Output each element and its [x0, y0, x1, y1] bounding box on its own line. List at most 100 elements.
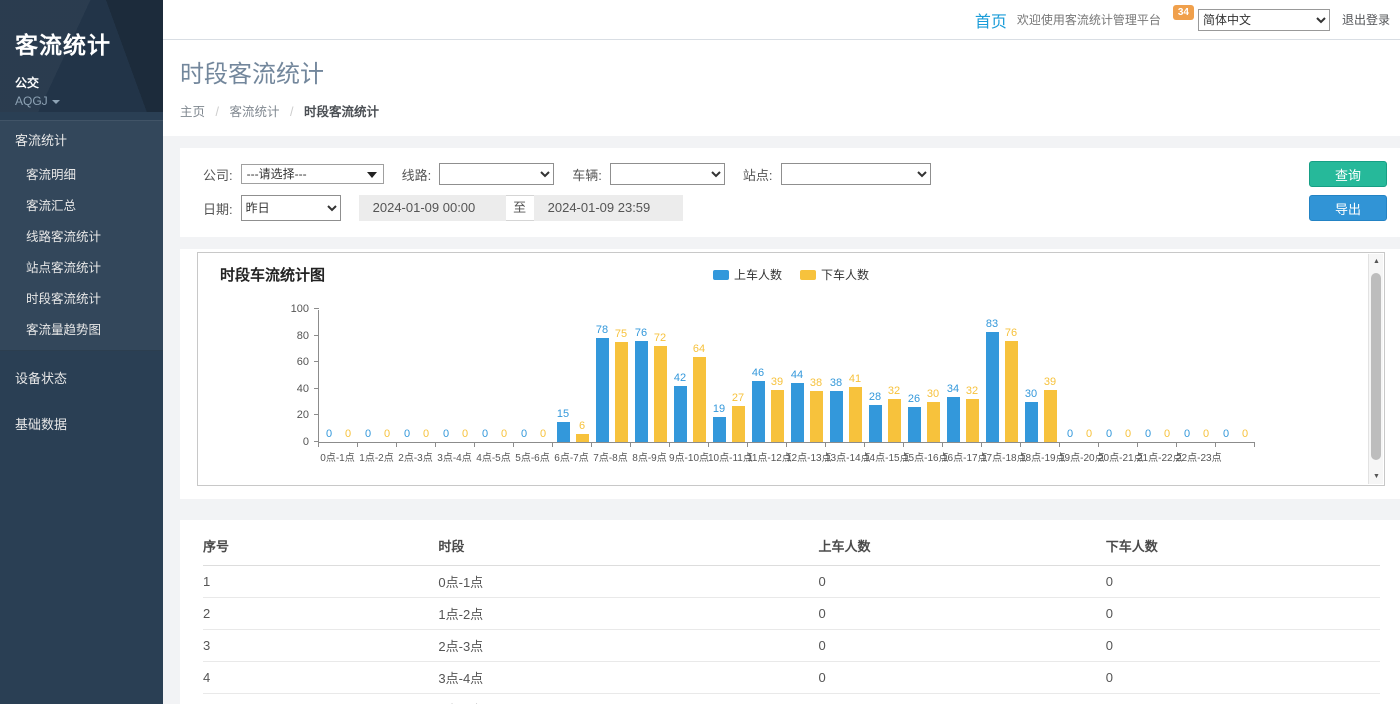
sidebar-item-station-stats[interactable]: 站点客流统计 — [0, 251, 163, 282]
bar-value-label: 46 — [752, 367, 764, 379]
bar-wrap: 41 — [849, 310, 862, 442]
station-select[interactable] — [781, 163, 931, 185]
bar[interactable] — [810, 391, 823, 442]
chart-plot: 0204060801000000000000001567875767242641… — [318, 310, 1255, 443]
bar[interactable] — [830, 391, 843, 442]
bar[interactable] — [908, 407, 921, 442]
bar-group: 1927 — [709, 310, 748, 442]
bar-wrap: 0 — [459, 310, 472, 442]
scrollbar-down-arrow-icon[interactable]: ▼ — [1369, 469, 1384, 484]
date-to-input[interactable]: 2024-01-09 23:59 — [534, 195, 683, 221]
x-axis-label: 6点-7点 — [552, 449, 591, 464]
bar[interactable] — [1005, 341, 1018, 442]
col-header-period: 时段 — [438, 524, 818, 566]
bar-value-label: 0 — [1184, 428, 1190, 440]
sidebar-item-trend-chart[interactable]: 客流量趋势图 — [0, 313, 163, 344]
sidebar-item-period-stats[interactable]: 时段客流统计 — [0, 282, 163, 313]
line-select[interactable] — [439, 163, 554, 185]
bar[interactable] — [674, 386, 687, 442]
bar-wrap: 83 — [986, 310, 999, 442]
bar[interactable] — [1025, 402, 1038, 442]
legend-item-boarding[interactable]: 上车人数 — [713, 266, 782, 283]
query-button[interactable]: 查询 — [1309, 161, 1387, 187]
bar-wrap: 0 — [1064, 310, 1077, 442]
bar[interactable] — [615, 342, 628, 442]
breadcrumb-current: 时段客流统计 — [304, 105, 379, 119]
bar[interactable] — [966, 399, 979, 442]
bar[interactable] — [986, 332, 999, 442]
user-dropdown[interactable]: AQGJ — [15, 94, 148, 108]
bar[interactable] — [635, 341, 648, 442]
notification-badge[interactable]: 34 — [1173, 5, 1194, 20]
bar[interactable] — [888, 399, 901, 442]
chart-x-labels: 0点-1点1点-2点2点-3点3点-4点4点-5点5点-6点6点-7点7点-8点… — [318, 449, 1255, 464]
chart-legend: 上车人数 下车人数 — [198, 266, 1384, 283]
page-title: 时段客流统计 — [180, 54, 1400, 89]
col-header-alighting: 下车人数 — [1106, 524, 1380, 566]
sidebar-item-passenger-summary[interactable]: 客流汇总 — [0, 189, 163, 220]
table-row: 54点-5点00 — [203, 694, 1380, 704]
top-navbar: 首页 欢迎使用客流统计管理平台 34 简体中文 退出登录 — [163, 0, 1400, 40]
bar[interactable] — [869, 405, 882, 442]
bar-wrap: 38 — [810, 310, 823, 442]
bar[interactable] — [947, 397, 960, 442]
bar-value-label: 0 — [345, 428, 351, 440]
table-header-row: 序号 时段 上车人数 下车人数 — [203, 524, 1380, 566]
company-select[interactable]: ---请选择--- — [241, 164, 384, 184]
bar[interactable] — [791, 383, 804, 442]
logout-link[interactable]: 退出登录 — [1342, 11, 1390, 28]
bar[interactable] — [576, 434, 589, 442]
breadcrumb-home[interactable]: 主页 — [180, 105, 205, 119]
sidebar-item-device-status[interactable]: 设备状态 — [0, 358, 163, 397]
bar-value-label: 34 — [947, 383, 959, 395]
bar-wrap: 6 — [576, 310, 589, 442]
bar[interactable] — [849, 387, 862, 442]
alighting-legend-label: 下车人数 — [821, 266, 869, 283]
bar-value-label: 41 — [849, 373, 861, 385]
language-select[interactable]: 简体中文 — [1198, 9, 1330, 31]
bar-value-label: 0 — [540, 428, 546, 440]
y-axis-tick-label: 100 — [271, 303, 309, 315]
bar-wrap: 46 — [752, 310, 765, 442]
bar-group: 3432 — [943, 310, 982, 442]
bar-wrap: 0 — [362, 310, 375, 442]
export-button[interactable]: 导出 — [1309, 195, 1387, 221]
scrollbar-up-arrow-icon[interactable]: ▲ — [1369, 254, 1384, 269]
chart-vertical-scrollbar[interactable]: ▲ ▼ — [1368, 254, 1383, 484]
y-axis-tick-label: 80 — [271, 330, 309, 342]
home-link[interactable]: 首页 — [975, 8, 1007, 32]
bar-value-label: 0 — [482, 428, 488, 440]
bar[interactable] — [771, 390, 784, 442]
line-label: 线路: — [402, 165, 432, 184]
breadcrumb-passenger-stats[interactable]: 客流统计 — [229, 105, 279, 119]
y-axis-tick — [314, 361, 319, 362]
table-cell: 0 — [1106, 566, 1380, 598]
sidebar-item-line-stats[interactable]: 线路客流统计 — [0, 220, 163, 251]
date-from-input[interactable]: 2024-01-09 00:00 — [359, 195, 506, 221]
bar[interactable] — [596, 338, 609, 442]
bar[interactable] — [752, 381, 765, 442]
bar[interactable] — [654, 346, 667, 442]
bar[interactable] — [713, 417, 726, 442]
x-axis-label: 18点-19点 — [1020, 449, 1059, 464]
scrollbar-thumb[interactable] — [1371, 273, 1381, 460]
alighting-legend-swatch — [800, 270, 816, 280]
bar-group: 00 — [1099, 310, 1138, 442]
bar[interactable] — [693, 357, 706, 442]
sidebar-item-passenger-detail[interactable]: 客流明细 — [0, 158, 163, 189]
bar-value-label: 44 — [791, 369, 803, 381]
legend-item-alighting[interactable]: 下车人数 — [800, 266, 869, 283]
bar[interactable] — [1044, 390, 1057, 442]
bar-value-label: 28 — [869, 391, 881, 403]
date-preset-select[interactable]: 昨日 — [241, 195, 341, 221]
sidebar-item-base-data[interactable]: 基础数据 — [0, 404, 163, 443]
bar[interactable] — [732, 406, 745, 442]
bar[interactable] — [557, 422, 570, 442]
vehicle-select[interactable] — [610, 163, 725, 185]
sidebar-brand: 客流统计 公交 AQGJ — [0, 0, 163, 112]
boarding-legend-swatch — [713, 270, 729, 280]
bar-value-label: 0 — [521, 428, 527, 440]
sidebar-item-passenger-stats[interactable]: 客流统计 — [0, 121, 163, 158]
bar-wrap: 39 — [771, 310, 784, 442]
bar[interactable] — [927, 402, 940, 442]
